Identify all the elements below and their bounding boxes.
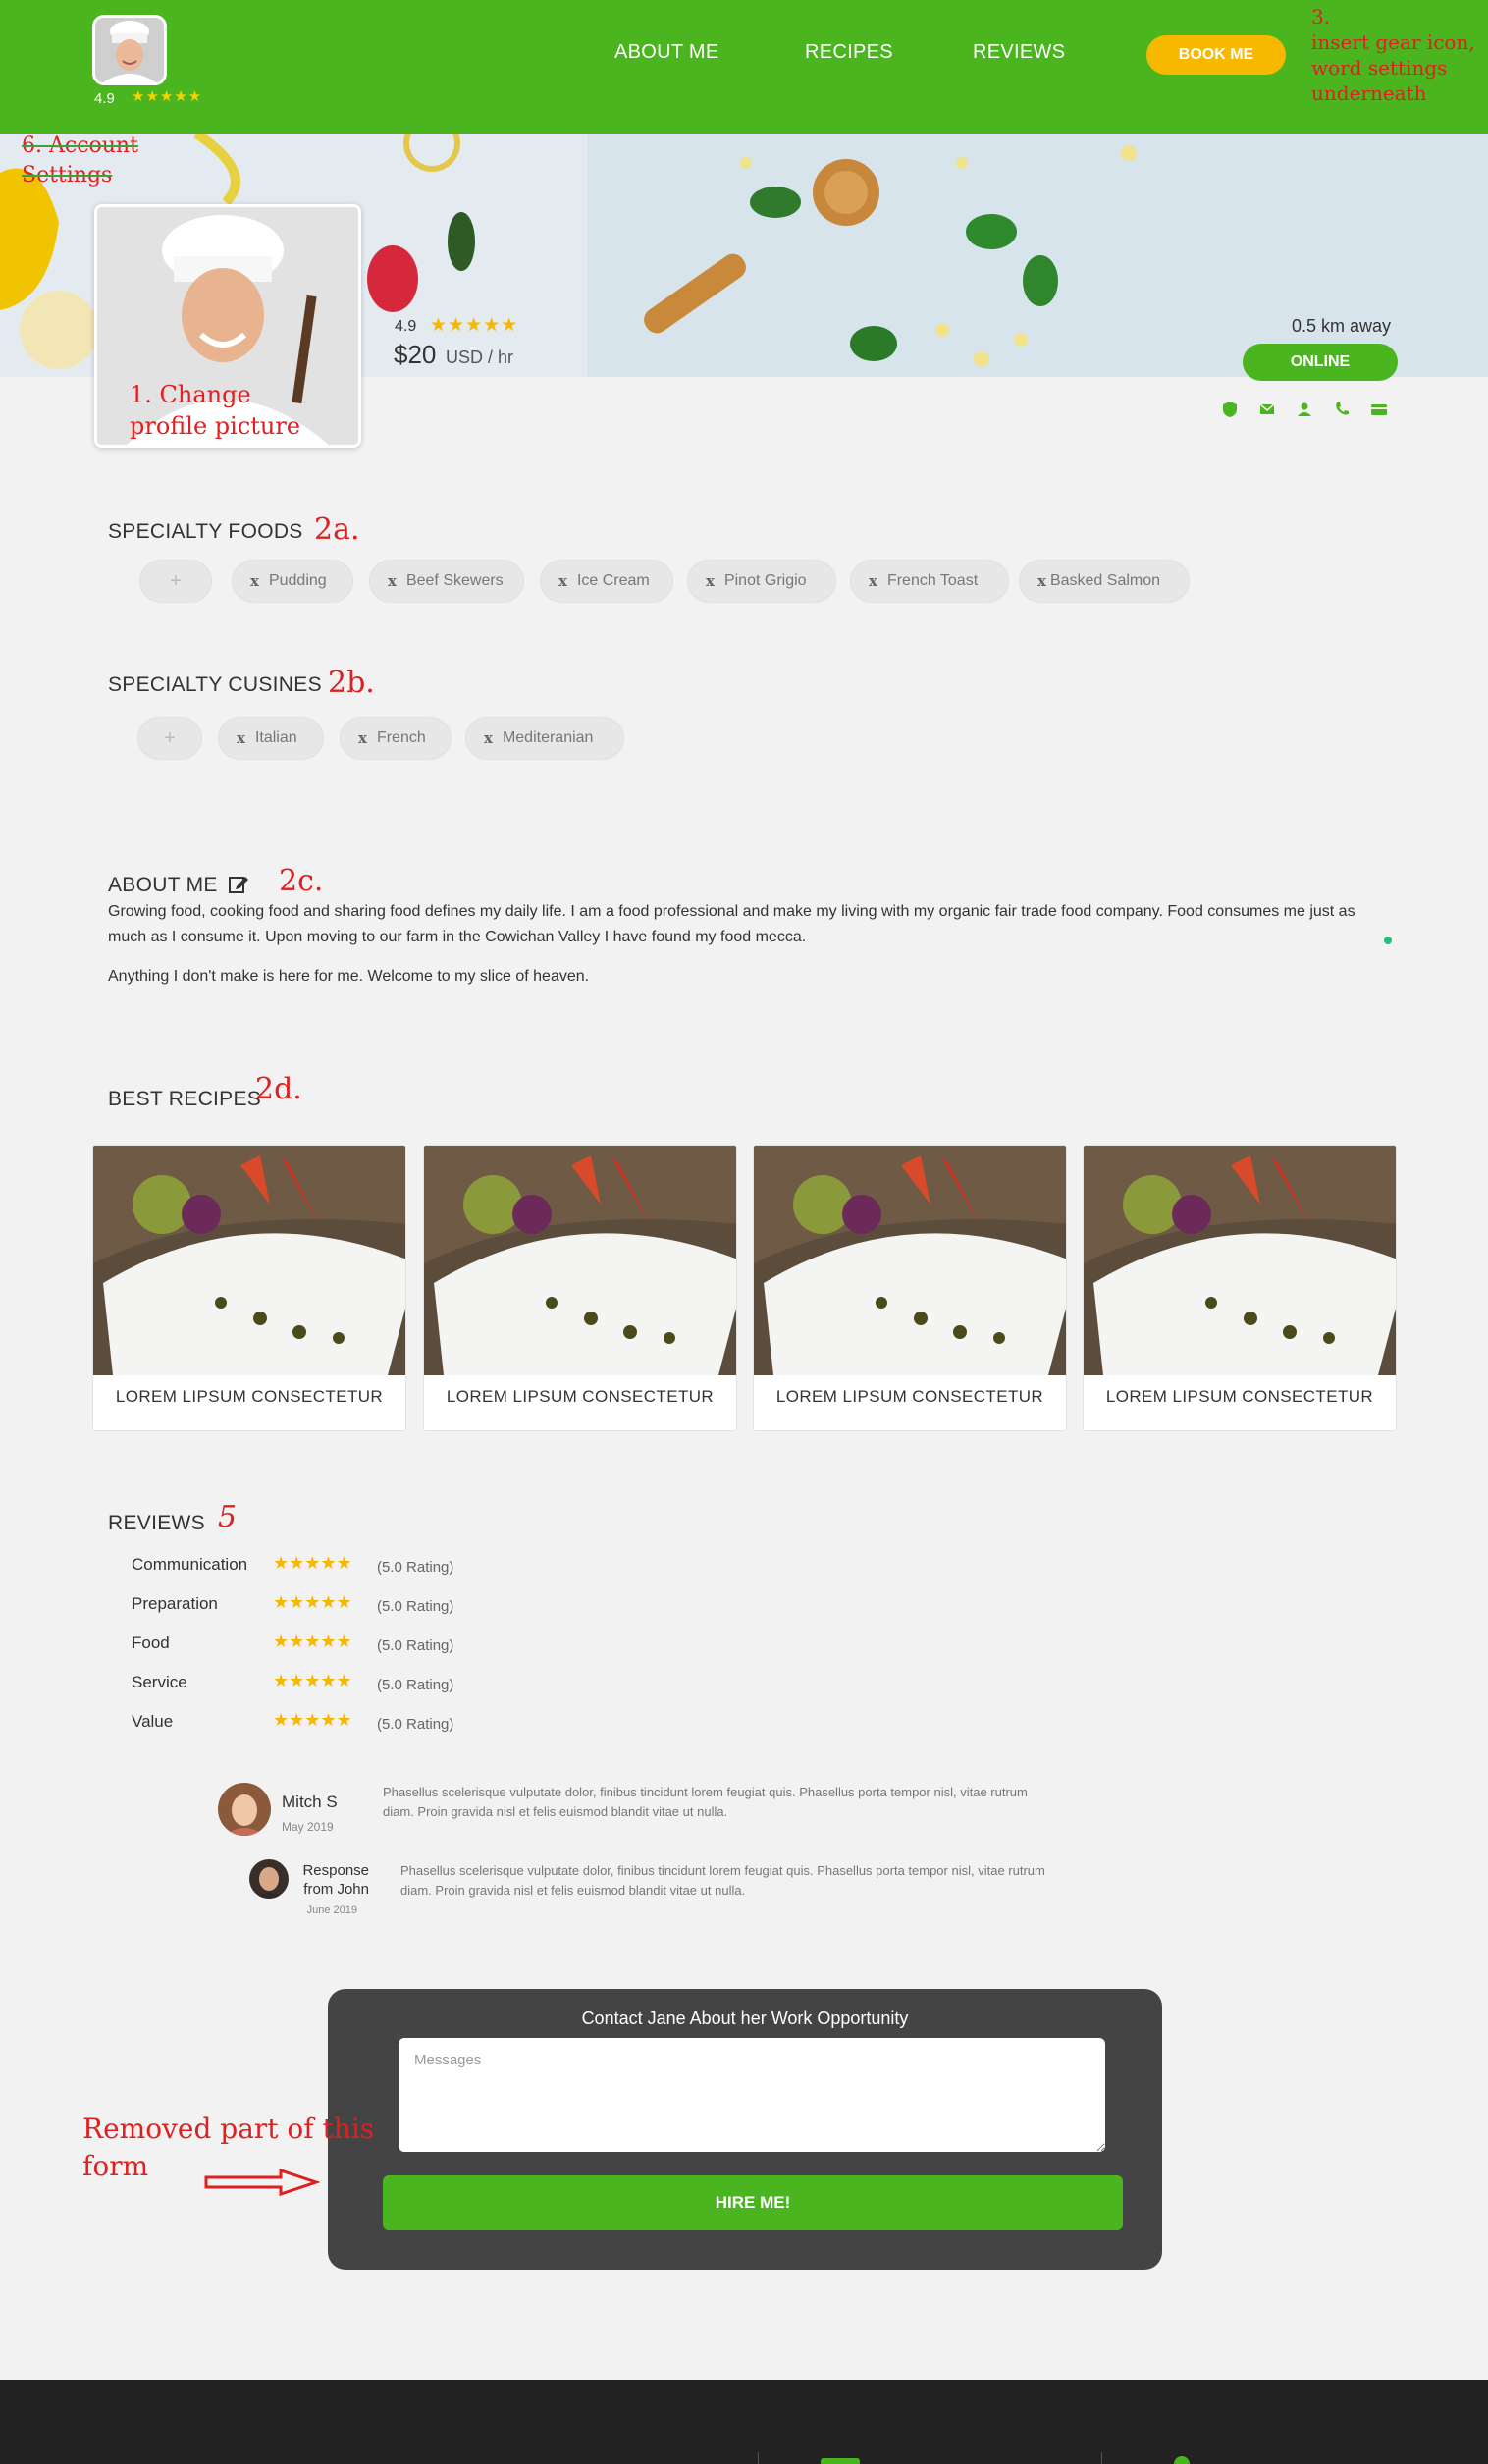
recipe-image: [93, 1146, 405, 1375]
recipe-title: LOREM LIPSUM CONSECTETUR: [775, 1387, 1044, 1406]
book-me-button[interactable]: BOOK ME: [1146, 35, 1286, 75]
annotation-2d: 2d.: [255, 1072, 302, 1106]
recipe-image: [754, 1146, 1066, 1375]
header-rating: 4.9: [94, 90, 115, 107]
responder-avatar: [249, 1859, 289, 1899]
review-category-label: Communication: [132, 1555, 248, 1574]
remove-icon[interactable]: x: [237, 729, 245, 747]
review-category-label: Food: [132, 1634, 170, 1652]
distance-label: 0.5 km away: [1292, 316, 1392, 336]
contact-icons-row: [1221, 401, 1388, 418]
phone-icon[interactable]: [1333, 401, 1351, 418]
review-category-stars: ★★★★★: [273, 1632, 352, 1651]
add-specialty-food-button[interactable]: +: [139, 560, 212, 603]
reviewer-name: Mitch S: [282, 1793, 338, 1811]
review-category-label: Preparation: [132, 1594, 218, 1613]
online-status-badge: ONLINE: [1243, 344, 1398, 381]
recipe-card[interactable]: LOREM LIPSUM CONSECTETUR: [753, 1145, 1067, 1431]
reviewer-avatar: [218, 1783, 271, 1836]
annotation-6-account-settings: 6. Account Settings: [22, 134, 138, 187]
specialty-food-chip[interactable]: x Beef Skewers: [369, 560, 524, 603]
recipe-card[interactable]: LOREM LIPSUM CONSECTETUR: [92, 1145, 406, 1431]
responder-name: Response from John: [302, 1862, 369, 1898]
remove-icon[interactable]: x: [869, 572, 877, 590]
best-recipes-title: BEST RECIPES: [108, 1088, 262, 1110]
specialty-cuisines-title: SPECIALTY CUSINES: [108, 673, 322, 696]
remove-icon[interactable]: x: [388, 572, 397, 590]
review-category-rating: (5.0 Rating): [377, 1637, 454, 1654]
review-category-rating: (5.0 Rating): [377, 1598, 454, 1615]
review-date: May 2019: [282, 1820, 334, 1834]
specialty-cuisine-chip[interactable]: x Mediteranian: [465, 717, 624, 760]
review-category-stars: ★★★★★: [273, 1671, 352, 1690]
recipe-title: LOREM LIPSUM CONSECTETUR: [115, 1387, 384, 1406]
about-me-title: ABOUT ME: [108, 874, 218, 896]
contact-form-title: Contact Jane About her Work Opportunity: [581, 2009, 909, 2028]
recipe-card[interactable]: LOREM LIPSUM CONSECTETUR: [1083, 1145, 1397, 1431]
nav-about-me[interactable]: ABOUT ME: [614, 41, 719, 64]
specialty-food-chip[interactable]: x Ice Cream: [540, 560, 673, 603]
review-category-rating: (5.0 Rating): [377, 1677, 454, 1693]
credit-card-icon[interactable]: [1370, 401, 1388, 418]
review-category-rating: (5.0 Rating): [377, 1559, 454, 1576]
remove-icon[interactable]: x: [250, 572, 259, 590]
remove-icon[interactable]: x: [484, 729, 493, 747]
review-category-label: Value: [132, 1712, 174, 1731]
profile-rating: 4.9: [395, 318, 417, 335]
footer-element: [821, 2458, 860, 2464]
specialty-food-chip[interactable]: x Basked Salmon: [1019, 560, 1190, 603]
specialty-foods-title: SPECIALTY FOODS: [108, 520, 303, 543]
recipe-title: LOREM LIPSUM CONSECTETUR: [1105, 1387, 1374, 1406]
shield-icon[interactable]: [1221, 401, 1239, 418]
mail-icon[interactable]: [1258, 401, 1276, 418]
specialty-cuisine-chip[interactable]: x French: [340, 717, 452, 760]
review-category-rating: (5.0 Rating): [377, 1716, 454, 1733]
specialty-food-chip[interactable]: x French Toast: [850, 560, 1009, 603]
profile-price-unit: USD / hr: [446, 348, 514, 367]
profile-price: $20: [394, 340, 437, 369]
arrow-right-icon: [204, 2168, 320, 2197]
annotation-3: 3. insert gear icon, word settings under…: [1311, 5, 1475, 105]
specialty-cuisine-chip[interactable]: x Italian: [218, 717, 324, 760]
status-dot: [1384, 937, 1392, 944]
review-text: Phasellus scelerisque vulputate dolor, f…: [383, 1785, 1028, 1819]
recipe-card[interactable]: LOREM LIPSUM CONSECTETUR: [423, 1145, 737, 1431]
response-text: Phasellus scelerisque vulputate dolor, f…: [400, 1863, 1045, 1898]
user-icon[interactable]: [1296, 401, 1313, 418]
remove-icon[interactable]: x: [558, 572, 567, 590]
annotation-2c: 2c.: [279, 864, 324, 898]
recipe-title: LOREM LIPSUM CONSECTETUR: [446, 1387, 715, 1406]
annotation-5: 5: [218, 1500, 238, 1534]
about-me-paragraph-1: Growing food, cooking food and sharing f…: [108, 903, 1355, 945]
add-specialty-cuisine-button[interactable]: +: [137, 717, 202, 760]
header-stars: ★★★★★: [132, 88, 203, 105]
response-date: June 2019: [306, 1904, 357, 1916]
remove-icon[interactable]: x: [1037, 572, 1046, 590]
reviews-title: REVIEWS: [108, 1512, 205, 1534]
annotation-1: 1. Change profile picture: [130, 381, 301, 440]
specialty-food-chip[interactable]: x Pudding: [232, 560, 353, 603]
review-category-stars: ★★★★★: [273, 1710, 352, 1730]
annotation-2b: 2b.: [328, 666, 375, 700]
annotation-2a: 2a.: [314, 512, 360, 547]
footer-divider: [758, 2452, 759, 2464]
review-category-stars: ★★★★★: [273, 1553, 352, 1573]
header-avatar[interactable]: [92, 15, 167, 85]
nav-reviews[interactable]: REVIEWS: [973, 41, 1065, 64]
recipe-image: [1084, 1146, 1396, 1375]
edit-icon[interactable]: [228, 874, 249, 895]
recipe-image: [424, 1146, 736, 1375]
remove-icon[interactable]: x: [706, 572, 715, 590]
footer-divider: [1101, 2452, 1102, 2464]
review-category-stars: ★★★★★: [273, 1592, 352, 1612]
footer: [0, 2380, 1488, 2464]
remove-icon[interactable]: x: [358, 729, 367, 747]
hire-me-button[interactable]: HIRE ME!: [383, 2175, 1123, 2230]
message-input[interactable]: [399, 2038, 1105, 2152]
specialty-food-chip[interactable]: x Pinot Grigio: [687, 560, 836, 603]
about-me-paragraph-2: Anything I don't make is here for me. We…: [108, 968, 590, 985]
review-category-label: Service: [132, 1673, 187, 1691]
nav-recipes[interactable]: RECIPES: [805, 41, 893, 64]
profile-stars: ★★★★★: [430, 315, 519, 336]
